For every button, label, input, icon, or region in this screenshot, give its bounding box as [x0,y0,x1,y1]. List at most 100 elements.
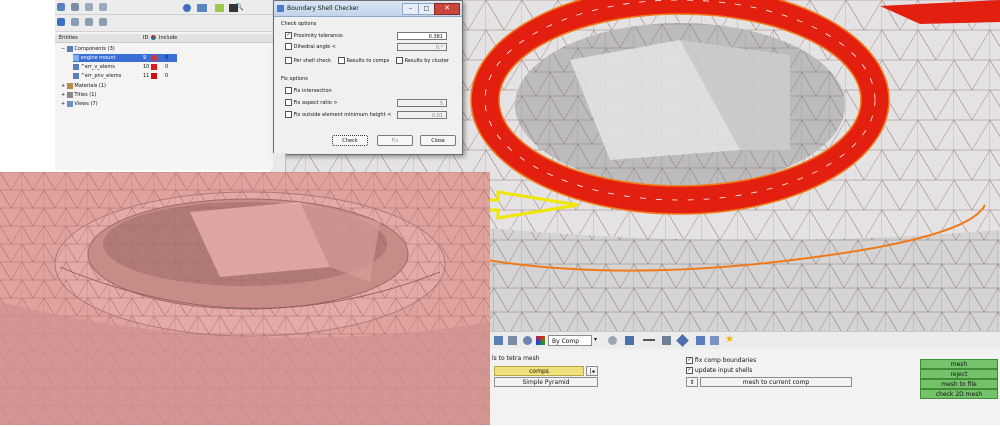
fix-comp-boundaries-row: ✓ fix comp boundaries [686,357,756,364]
close-icon[interactable]: ✕ [434,3,460,15]
expand-icon[interactable]: + [61,101,65,107]
tree-row-label: engine mount [80,55,116,61]
settings-icon[interactable] [98,3,107,11]
tree-row-include: 0 [165,64,169,70]
fix-aspect-input[interactable]: 5 [397,99,447,107]
shaded-mesh-view[interactable] [0,172,490,425]
gear-icon[interactable] [608,336,617,345]
diamond-icon[interactable] [676,334,689,347]
fix-intersection-row: Fix intersection [285,87,332,95]
mesh-to-file-button[interactable]: mesh to file [920,379,998,389]
tree-row-views[interactable]: + Views (7) [61,100,98,108]
tree-row-label: Materials (1) [74,83,106,89]
proximity-input[interactable]: 0.381 [397,32,447,40]
color-swatch[interactable] [151,55,157,61]
tree-row-include: 0 [165,73,169,79]
mesh-to-current-comp-toggle[interactable]: mesh to current comp [700,377,852,387]
fix-outside-checkbox[interactable] [285,111,292,118]
tree-row-label: ^err_v_elems [80,64,115,70]
mesh-button[interactable]: mesh [920,359,998,369]
materials-icon [66,82,73,89]
dialog-title: Boundary Shell Checker [287,5,359,12]
fix-button[interactable]: Fix [377,135,413,146]
screen-icon[interactable] [710,336,719,345]
update-input-shells-checkbox[interactable]: ✓ [686,367,693,374]
tree-row-label: ^err_pnv_elems [80,73,122,79]
column-entities: Entities [59,35,78,41]
pyramid-option[interactable]: Simple Pyramid [494,377,598,387]
sphere-icon[interactable] [523,336,532,345]
shape-icon[interactable] [662,336,671,345]
tree-row-titles[interactable]: + Titles (1) [61,91,96,99]
expand-icon[interactable] [98,18,107,26]
browser-header: Entities ID Include [55,34,273,43]
tree-row-label: Titles (1) [74,92,97,98]
color-swatch[interactable] [151,73,157,79]
check-options-label: Check options [281,21,317,27]
visualization-toolbar: By Comp ▾ ★ [490,331,1000,350]
tree-row-components[interactable]: − Components (3) [61,45,115,53]
fix-intersection-checkbox[interactable] [285,87,292,94]
isolate-icon[interactable] [215,4,224,12]
fix-aspect-row: Fix aspect ratio > [285,99,338,107]
minimize-button[interactable]: – [402,3,419,15]
view-icon[interactable] [84,3,93,11]
tree-row-engine-mount[interactable]: engine mount 9 0 [73,54,177,62]
maximize-button[interactable]: □ [418,3,435,15]
entity-icon[interactable] [57,18,65,26]
toggle-icon[interactable]: ⇕ [686,377,698,387]
proximity-checkbox[interactable]: ✓ [285,32,292,39]
component-icon [73,72,79,79]
star-icon[interactable]: ★ [725,334,734,345]
comps-selector[interactable]: comps [494,366,584,376]
fix-aspect-checkbox[interactable] [285,99,292,106]
cube-icon[interactable] [625,336,634,345]
expand-icon[interactable]: + [61,92,65,98]
results-comps-checkbox[interactable] [338,57,345,64]
folder-icon[interactable] [70,18,79,26]
reset-icon[interactable]: |◂ [586,366,598,376]
tree-row-err-v-elems[interactable]: ^err_v_elems 10 0 [73,63,177,71]
per-shell-checkbox[interactable] [285,57,292,64]
reject-button[interactable]: reject [920,369,998,379]
tetra-mesh-label: ls to tetra mesh [492,355,540,362]
color-swatch[interactable] [151,64,157,70]
color-mode-icon [536,336,545,345]
dihedral-input[interactable]: 0.° [397,43,447,51]
side-strip [273,153,286,172]
render-icon[interactable] [508,336,517,345]
color-by-dropdown[interactable]: By Comp [548,335,592,346]
check-button[interactable]: Check [332,135,368,146]
tree-row-id: 9 [143,55,147,61]
tree-row-materials[interactable]: + Materials (1) [61,82,106,90]
dialog-titlebar[interactable]: Boundary Shell Checker – □ ✕ [274,1,462,17]
display-icon[interactable] [197,4,207,12]
mesh-icon[interactable] [696,336,705,345]
check-2d-mesh-button[interactable]: check 2D mesh [920,389,998,399]
views-icon [66,100,73,107]
view-icon[interactable] [494,336,503,345]
results-cluster-checkbox[interactable] [396,57,403,64]
tree-row-err-pnv-elems[interactable]: ^err_pnv_elems 11 0 [73,72,177,80]
expand-icon[interactable]: − [61,46,65,52]
dihedral-label: Dihedral angle < [293,44,337,50]
fix-outside-input[interactable]: 0.01 [397,111,447,119]
filter-icon[interactable] [70,3,79,11]
tree-row-include: 0 [165,55,169,61]
tree-icon[interactable] [84,18,93,26]
line-icon[interactable] [643,339,655,341]
chevron-down-icon[interactable]: ▾ [594,336,597,343]
dihedral-checkbox[interactable] [285,43,292,50]
color-column-icon [151,35,156,40]
fix-comp-boundaries-checkbox[interactable]: ✓ [686,357,693,364]
pink-mesh-render [0,172,490,425]
boundary-shell-checker-dialog: Boundary Shell Checker – □ ✕ Check optio… [273,0,463,155]
component-icon[interactable] [57,3,65,11]
browser-secondary-toolbar [55,4,273,32]
fix-options-label: Fix options [281,76,308,82]
close-button[interactable]: Close [420,135,456,146]
expand-icon[interactable]: + [61,83,65,89]
sphere-icon[interactable] [183,4,191,12]
component-icon [73,63,79,70]
reverse-icon[interactable] [229,4,238,12]
